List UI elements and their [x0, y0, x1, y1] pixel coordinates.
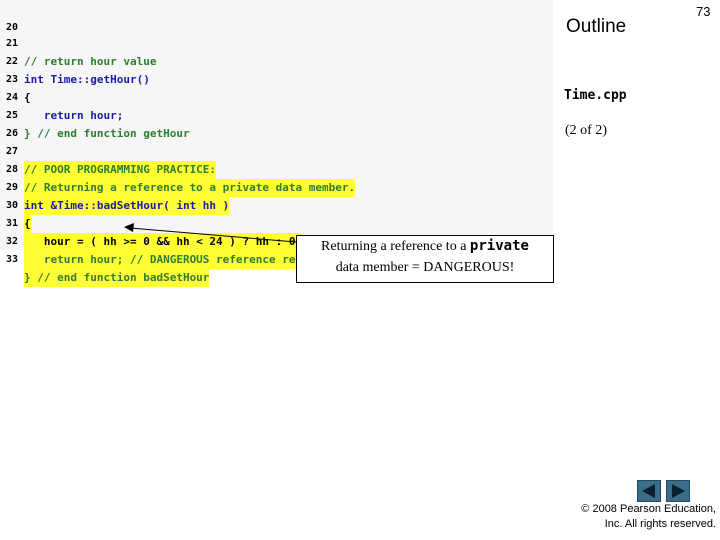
callout-text-pre: Returning a reference to a [321, 239, 470, 254]
callout-text-post: data member = DANGEROUS! [335, 260, 515, 275]
previous-slide-button[interactable] [637, 480, 661, 502]
page-info: (2 of 2) [565, 123, 607, 138]
outline-label: Outline [566, 16, 627, 37]
copyright-line-2: Inc. All rights reserved. [604, 518, 716, 530]
callout-code: private [469, 238, 529, 254]
slide-number: 73 [696, 4, 711, 19]
left-triangle-icon [642, 484, 655, 498]
copyright: © 2008 Pearson Education, Inc. All right… [548, 502, 716, 532]
callout-box: Returning a reference to a private data … [296, 235, 554, 283]
next-slide-button[interactable] [666, 480, 690, 502]
copyright-line-1: © 2008 Pearson Education, [581, 503, 716, 515]
right-triangle-icon [672, 484, 685, 498]
filename-label: Time.cpp [564, 88, 627, 103]
